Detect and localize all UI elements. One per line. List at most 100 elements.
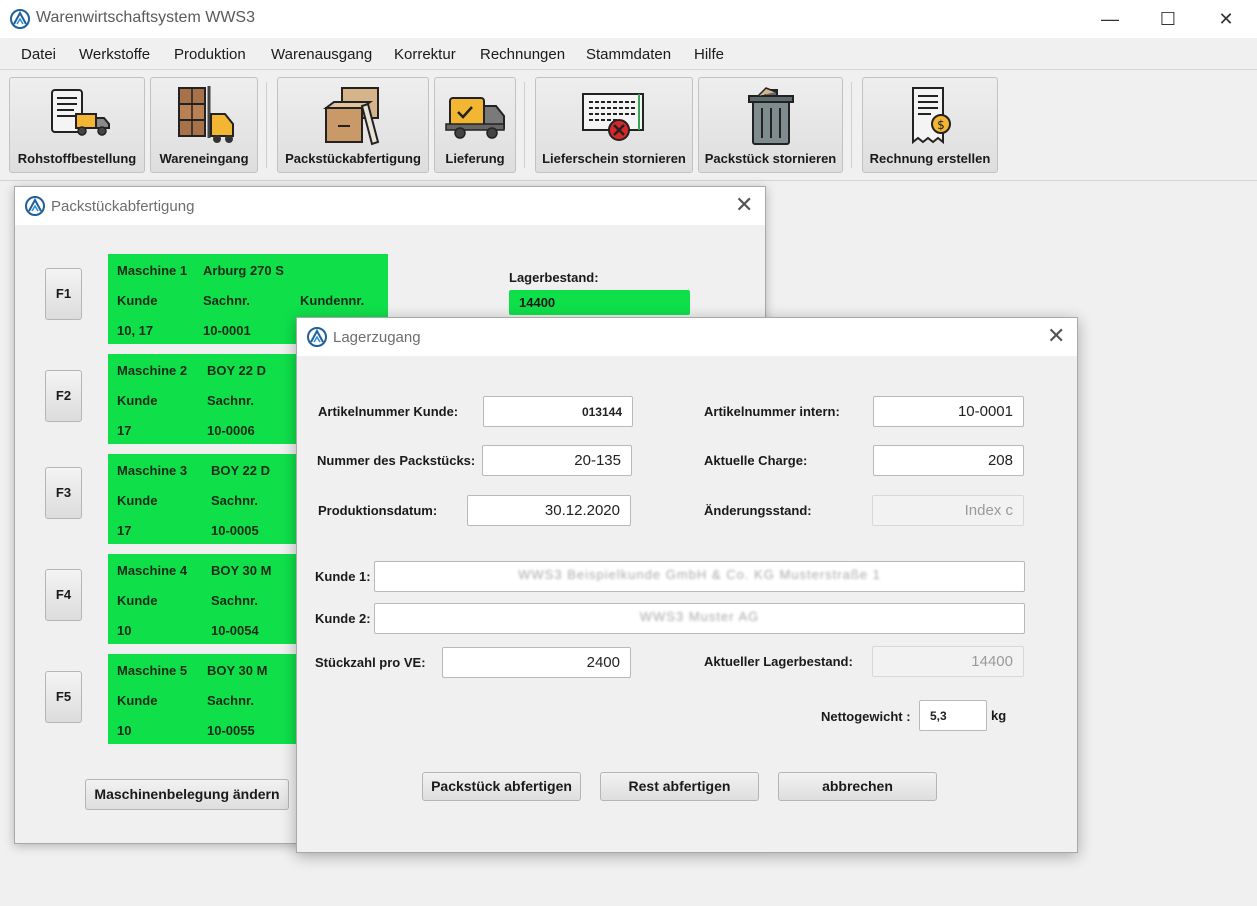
kunde-label: Kunde (117, 393, 158, 408)
menu-warenausgang[interactable]: Warenausgang (271, 46, 372, 63)
lieferung-label: Lieferung (445, 151, 505, 166)
packstueckabfertigung-label: Packstückabfertigung (285, 151, 421, 166)
sachnr-value: 10-0006 (207, 423, 255, 438)
menu-werkstoffe[interactable]: Werkstoffe (79, 46, 150, 63)
app-logo-icon (307, 327, 327, 347)
f2-button[interactable]: F2 (45, 370, 82, 422)
f3-button[interactable]: F3 (45, 467, 82, 519)
nummer-packstueck-label: Nummer des Packstücks: (317, 453, 476, 468)
machine-name: Maschine 4 (117, 563, 188, 578)
sachnr-label: Sachnr. (207, 393, 254, 408)
packstueck-abfertigen-button[interactable]: Packstück abfertigen (422, 772, 581, 801)
stueckzahl-field[interactable]: 2400 (442, 647, 631, 678)
artikelnummer-intern-label: Artikelnummer intern: (704, 404, 840, 419)
forklift-icon (178, 86, 234, 143)
sachnr-value: 10-0054 (211, 623, 259, 638)
close-icon: ✕ (1047, 323, 1066, 348)
kunde-label: Kunde (117, 593, 158, 608)
sachnr-label: Sachnr. (211, 493, 258, 508)
aktuelle-charge-label: Aktuelle Charge: (704, 453, 808, 468)
machine-name: Maschine 3 (117, 463, 188, 478)
nummer-packstueck-field[interactable]: 20-135 (482, 445, 632, 476)
svg-text:$: $ (937, 118, 945, 132)
wareneingang-button[interactable]: Wareneingang (150, 77, 258, 173)
kundennr-label: Kundennr. (300, 293, 365, 308)
packstueck-stornieren-button[interactable]: Packstück stornieren (698, 77, 843, 173)
toolbar: Rohstoffbestellung Wareneingang Packstüc… (0, 70, 1257, 181)
artikelnummer-intern-field[interactable]: 10-0001 (873, 396, 1024, 427)
menu-hilfe[interactable]: Hilfe (694, 46, 724, 63)
f1-button[interactable]: F1 (45, 268, 82, 320)
kunde1-field[interactable]: WWS3 Beispielkunde GmbH & Co. KG Musters… (374, 561, 1025, 592)
machine-model: BOY 22 D (207, 363, 267, 378)
kunde-label: Kunde (117, 293, 158, 308)
machine-name: Maschine 2 (117, 363, 188, 378)
nettogewicht-field[interactable]: 5,3 (919, 700, 987, 731)
aktuelle-charge-field[interactable]: 208 (873, 445, 1024, 476)
menu-datei[interactable]: Datei (21, 46, 56, 63)
packstueck-stornieren-label: Packstück stornieren (704, 151, 837, 166)
sachnr-label: Sachnr. (211, 593, 258, 608)
machine-name: Maschine 5 (117, 663, 188, 678)
close-icon: ✕ (1218, 9, 1234, 29)
packstueckabfertigung-button[interactable]: Packstückabfertigung (277, 77, 429, 173)
window-title: Warenwirtschaftsystem WWS3 (36, 9, 255, 26)
dialog-close-button[interactable]: ✕ (735, 194, 753, 216)
sachnr-label: Sachnr. (203, 293, 250, 308)
rechnung-erstellen-label: Rechnung erstellen (869, 151, 991, 166)
lagerzugang-dialog: Lagerzugang ✕ Artikelnummer Kunde: 01314… (296, 317, 1078, 853)
rechnung-erstellen-button[interactable]: $ Rechnung erstellen (862, 77, 998, 173)
machine-model: BOY 30 M (211, 563, 272, 578)
close-icon: ✕ (735, 192, 754, 217)
minimize-icon: — (1101, 9, 1119, 29)
nettogewicht-label: Nettogewicht : (821, 709, 911, 724)
dialog-close-button[interactable]: ✕ (1047, 325, 1065, 347)
app-logo-icon (25, 196, 45, 216)
boxes-icon (323, 87, 380, 146)
produktionsdatum-label: Produktionsdatum: (318, 503, 438, 518)
invoice-icon: $ (912, 87, 951, 145)
kunde-value: 10 (117, 623, 132, 638)
toolbar-separator (266, 82, 267, 168)
kunde2-value: WWS3 Muster AG (639, 609, 760, 624)
sachnr-value: 10-0005 (211, 523, 259, 538)
sachnr-label: Sachnr. (207, 693, 254, 708)
lieferschein-stornieren-label: Lieferschein stornieren (542, 151, 686, 166)
dialog-title: Packstückabfertigung (51, 198, 195, 215)
menu-rechnungen[interactable]: Rechnungen (480, 46, 565, 63)
document-truck-icon (51, 89, 110, 136)
kunde-value: 17 (117, 523, 132, 538)
maschinenbelegung-aendern-button[interactable]: Maschinenbelegung ändern (85, 779, 289, 810)
maximize-button[interactable]: ☐ (1139, 0, 1197, 38)
kunde-value: 10, 17 (117, 323, 154, 338)
machine-model: Arburg 270 S (203, 263, 284, 278)
rohstoffbestellung-button[interactable]: Rohstoffbestellung (9, 77, 145, 173)
nettogewicht-unit: kg (991, 708, 1007, 723)
f5-button[interactable]: F5 (45, 671, 82, 723)
kunde-value: 10 (117, 723, 132, 738)
kunde1-label: Kunde 1: (315, 569, 371, 584)
lieferung-button[interactable]: Lieferung (434, 77, 516, 173)
rest-abfertigen-button[interactable]: Rest abfertigen (600, 772, 759, 801)
machine-model: BOY 22 D (211, 463, 271, 478)
f4-button[interactable]: F4 (45, 569, 82, 621)
close-button[interactable]: ✕ (1197, 0, 1255, 38)
menu-korrektur[interactable]: Korrektur (394, 46, 456, 63)
delivery-truck-icon (445, 97, 505, 139)
toolbar-separator (524, 82, 525, 168)
kunde-label: Kunde (117, 493, 158, 508)
produktionsdatum-field[interactable]: 30.12.2020 (467, 495, 631, 526)
menu-stammdaten[interactable]: Stammdaten (586, 46, 671, 63)
menu-produktion[interactable]: Produktion (174, 46, 246, 63)
sachnr-value: 10-0001 (203, 323, 251, 338)
kunde-value: 17 (117, 423, 132, 438)
dialog-title: Lagerzugang (333, 329, 421, 346)
abbrechen-button[interactable]: abbrechen (778, 772, 937, 801)
wareneingang-label: Wareneingang (159, 151, 249, 166)
minimize-button[interactable]: — (1081, 0, 1139, 38)
aenderungsstand-field: Index c (872, 495, 1024, 526)
kunde2-field[interactable]: WWS3 Muster AG (374, 603, 1025, 634)
artikelnummer-kunde-field[interactable]: 013144 (483, 396, 633, 427)
artikelnummer-kunde-label: Artikelnummer Kunde: (318, 404, 459, 419)
lieferschein-stornieren-button[interactable]: Lieferschein stornieren (535, 77, 693, 173)
